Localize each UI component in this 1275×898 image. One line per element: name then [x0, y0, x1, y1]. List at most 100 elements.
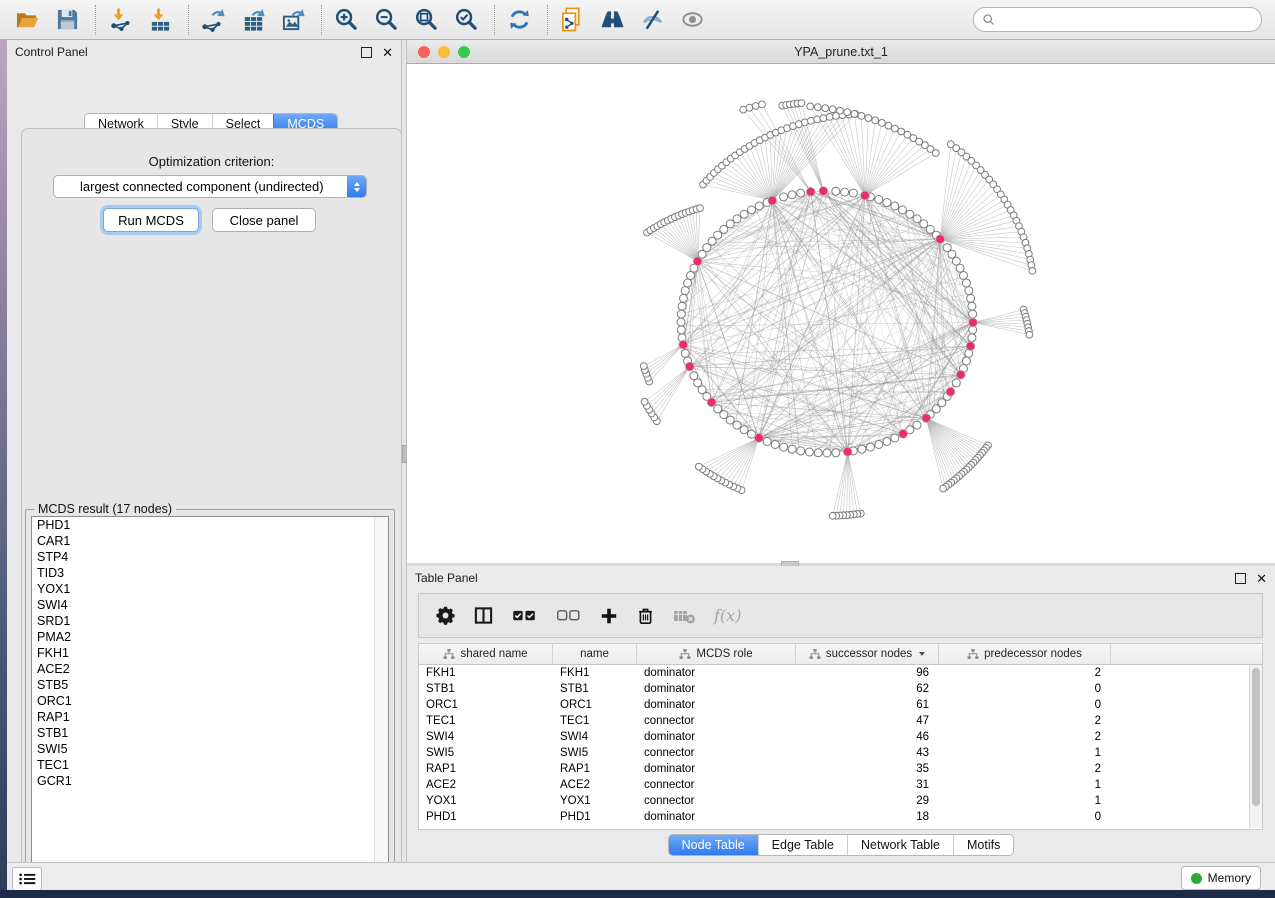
node-table: shared name name MCDS rolesuccessor nodesp… — [418, 643, 1263, 830]
mcds-result-item[interactable]: ACE2 — [32, 661, 388, 677]
mcds-result-item[interactable]: GCR1 — [32, 773, 388, 789]
table-row[interactable]: ACE2ACE2connector311 — [419, 777, 1262, 793]
mcds-result-item[interactable]: YOX1 — [32, 581, 388, 597]
table-row[interactable]: STB1STB1dominator620 — [419, 681, 1262, 697]
toolbar-separator — [547, 5, 548, 35]
column-header-name[interactable]: name — [553, 644, 637, 664]
mcds-result-item[interactable]: ORC1 — [32, 693, 388, 709]
table-scrollbar-thumb[interactable] — [1252, 668, 1260, 806]
cell-predecessor-nodes: 1 — [939, 747, 1111, 759]
close-panel-icon[interactable]: ✕ — [382, 48, 393, 57]
network-window-titlebar[interactable]: YPA_prune.txt_1 — [407, 40, 1275, 64]
column-header-MCDS-role[interactable]: MCDS role — [637, 644, 796, 664]
tab-motifs[interactable]: Motifs — [953, 835, 1013, 855]
table-row[interactable]: ORC1ORC1dominator610 — [419, 697, 1262, 713]
memory-button[interactable]: Memory — [1181, 866, 1261, 890]
mcds-result-item[interactable]: SWI5 — [32, 741, 388, 757]
column-header-successor-nodes[interactable]: successor nodes — [796, 644, 939, 664]
task-history-button[interactable] — [12, 867, 42, 891]
columns-icon[interactable] — [474, 605, 493, 627]
table-row[interactable]: PHD1PHD1dominator180 — [419, 809, 1262, 825]
cell-MCDS-role: dominator — [637, 763, 796, 775]
zoom-fit-icon[interactable] — [411, 6, 441, 34]
function-icon: f(x) — [714, 605, 741, 627]
cell-successor-nodes: 43 — [796, 747, 939, 759]
memory-label: Memory — [1208, 871, 1251, 885]
criterion-dropdown-value: largest connected component (undirected) — [54, 179, 347, 194]
cell-MCDS-role: connector — [637, 747, 796, 759]
cell-predecessor-nodes: 2 — [939, 667, 1111, 679]
cell-shared-name: STB1 — [419, 683, 553, 695]
add-row-icon[interactable] — [600, 605, 618, 627]
duplicate-network-icon[interactable] — [557, 6, 587, 34]
zoom-out-icon[interactable] — [371, 6, 401, 34]
refresh-icon[interactable] — [504, 6, 534, 34]
cell-predecessor-nodes: 2 — [939, 715, 1111, 727]
mcds-result-item[interactable]: TID3 — [32, 565, 388, 581]
mcds-result-item[interactable]: RAP1 — [32, 709, 388, 725]
table-scrollbar[interactable] — [1249, 665, 1262, 828]
dropdown-stepper-icon — [347, 176, 366, 197]
tab-edge-table[interactable]: Edge Table — [758, 835, 847, 855]
table-row[interactable]: TEC1TEC1connector472 — [419, 713, 1262, 729]
column-header-shared-name[interactable]: shared name — [419, 644, 553, 664]
cell-name: FKH1 — [553, 667, 637, 679]
mcds-result-item[interactable]: FKH1 — [32, 645, 388, 661]
column-label: name — [580, 648, 609, 660]
float-window-icon[interactable] — [361, 47, 372, 58]
mcds-result-item[interactable]: PHD1 — [32, 517, 388, 533]
open-folder-icon[interactable] — [12, 6, 42, 34]
export-table-icon[interactable] — [238, 6, 268, 34]
table-row[interactable]: SWI4SWI4dominator462 — [419, 729, 1262, 745]
hide-details-icon[interactable] — [637, 6, 667, 34]
table-row[interactable]: RAP1RAP1dominator352 — [419, 761, 1262, 777]
column-label: shared name — [460, 648, 527, 660]
search-network-icon[interactable] — [597, 6, 627, 34]
zoom-in-icon[interactable] — [331, 6, 361, 34]
cell-predecessor-nodes: 0 — [939, 811, 1111, 823]
float-window-icon[interactable] — [1235, 573, 1246, 584]
search-input[interactable] — [1001, 12, 1253, 28]
list-icon — [18, 872, 37, 886]
cell-successor-nodes: 29 — [796, 795, 939, 807]
save-icon[interactable] — [52, 6, 82, 34]
mcds-result-item[interactable]: SRD1 — [32, 613, 388, 629]
mcds-result-item[interactable]: SWI4 — [32, 597, 388, 613]
mcds-result-item[interactable]: TEC1 — [32, 757, 388, 773]
search-field[interactable] — [973, 7, 1262, 32]
run-mcds-button[interactable]: Run MCDS — [103, 208, 199, 232]
sitemap-icon — [679, 648, 691, 660]
mcds-result-list[interactable]: PHD1CAR1STP4TID3YOX1SWI4SRD1PMA2FKH1ACE2… — [31, 516, 389, 875]
table-row[interactable]: FKH1FKH1dominator962 — [419, 665, 1262, 681]
close-panel-button[interactable]: Close panel — [212, 208, 316, 232]
table-row[interactable]: YOX1YOX1connector291 — [419, 793, 1262, 809]
import-network-icon[interactable] — [105, 6, 135, 34]
mcds-result-item[interactable]: STB1 — [32, 725, 388, 741]
tab-node-table[interactable]: Node Table — [669, 835, 758, 855]
select-all-icon[interactable] — [512, 605, 537, 627]
tab-network-table[interactable]: Network Table — [847, 835, 953, 855]
result-list-scrollbar[interactable] — [374, 517, 388, 874]
column-header-predecessor-nodes[interactable]: predecessor nodes — [939, 644, 1111, 664]
export-network-icon[interactable] — [198, 6, 228, 34]
mcds-result-item[interactable]: STP4 — [32, 549, 388, 565]
table-row[interactable]: SWI5SWI5connector431 — [419, 745, 1262, 761]
import-table-icon[interactable] — [145, 6, 175, 34]
export-image-icon[interactable] — [278, 6, 308, 34]
mcds-result-item[interactable]: CAR1 — [32, 533, 388, 549]
network-window-title: YPA_prune.txt_1 — [407, 45, 1275, 59]
table-tabs: Node TableEdge TableNetwork TableMotifs — [407, 834, 1275, 856]
mcds-result-item[interactable]: STB5 — [32, 677, 388, 693]
zoom-selected-icon[interactable] — [451, 6, 481, 34]
delete-row-icon[interactable] — [637, 605, 654, 627]
mcds-result-item[interactable]: PMA2 — [32, 629, 388, 645]
show-details-icon[interactable] — [677, 6, 707, 34]
criterion-dropdown[interactable]: largest connected component (undirected) — [53, 175, 367, 198]
gear-icon[interactable] — [436, 605, 455, 627]
network-graph[interactable] — [407, 64, 1275, 564]
table-panel: Table Panel ✕ f(x) shared namenameMCDS r… — [407, 566, 1275, 862]
cell-successor-nodes: 62 — [796, 683, 939, 695]
cell-shared-name: YOX1 — [419, 795, 553, 807]
deselect-all-icon[interactable] — [556, 605, 581, 627]
close-panel-icon[interactable]: ✕ — [1256, 574, 1267, 583]
